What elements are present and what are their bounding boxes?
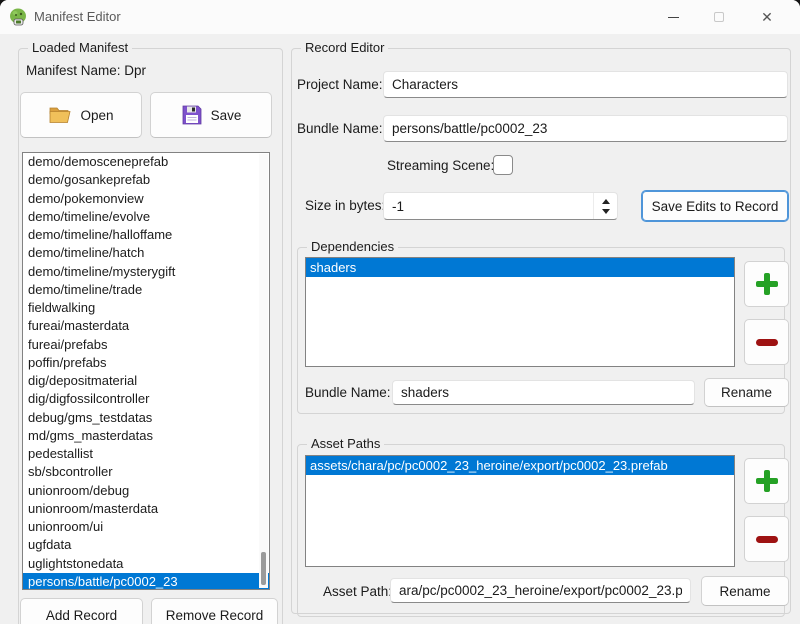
asset-path-label: Asset Path: [323, 584, 393, 599]
list-item[interactable]: unionroom/masterdata [23, 500, 269, 518]
rename-asset-path-label: Rename [719, 583, 771, 599]
save-edits-button[interactable]: Save Edits to Record [641, 190, 789, 222]
add-record-button[interactable]: Add Record [20, 598, 143, 624]
list-item[interactable]: ugfdata [23, 536, 269, 554]
bundle-name-input[interactable] [383, 115, 788, 142]
remove-record-label: Remove Record [165, 607, 264, 623]
titlebar: Manifest Editor ✕ [0, 0, 800, 34]
remove-dependency-button[interactable] [744, 319, 789, 365]
spin-down-icon[interactable] [601, 208, 610, 214]
list-item[interactable]: demo/timeline/hatch [23, 244, 269, 262]
dependency-bundle-name-label: Bundle Name: [305, 385, 391, 400]
manifest-list[interactable]: demo/demosceneprefab demo/gosankeprefab de… [22, 152, 270, 590]
save-button[interactable]: Save [150, 92, 272, 138]
spin-up-icon[interactable] [601, 198, 610, 204]
window-title: Manifest Editor [34, 9, 121, 24]
minimize-icon [667, 16, 679, 18]
spinner-arrows[interactable] [593, 193, 617, 219]
project-name-label: Project Name: [297, 77, 383, 92]
list-item[interactable]: shaders [306, 258, 734, 277]
list-item[interactable]: assets/chara/pc/pc0002_23_heroine/export… [306, 456, 734, 475]
record-editor-group-label: Record Editor [301, 40, 389, 55]
rename-dependency-label: Rename [720, 385, 773, 400]
close-icon: ✕ [761, 8, 773, 25]
remove-record-button[interactable]: Remove Record [151, 598, 278, 624]
list-item[interactable]: demo/timeline/halloffame [23, 226, 269, 244]
size-in-bytes-input[interactable] [384, 193, 593, 219]
minimize-button[interactable] [650, 0, 696, 34]
dependencies-group-label: Dependencies [307, 239, 399, 254]
list-item[interactable]: poffin/prefabs [23, 354, 269, 372]
minus-icon [755, 338, 778, 346]
list-item[interactable]: demo/pokemonview [23, 190, 269, 208]
asset-path-input[interactable] [390, 578, 691, 603]
minus-icon [755, 535, 778, 543]
streaming-scene-checkbox[interactable] [493, 155, 513, 175]
streaming-scene-label: Streaming Scene: [387, 158, 495, 173]
dependencies-list[interactable]: shaders [305, 257, 735, 367]
list-item[interactable]: uglightstonedata [23, 555, 269, 573]
add-record-label: Add Record [45, 607, 118, 623]
list-item[interactable]: fureai/prefabs [23, 336, 269, 354]
add-asset-path-button[interactable] [744, 458, 789, 504]
open-button[interactable]: Open [20, 92, 142, 138]
list-item[interactable]: dig/depositmaterial [23, 372, 269, 390]
remove-asset-path-button[interactable] [744, 516, 789, 562]
list-item[interactable]: sb/sbcontroller [23, 463, 269, 481]
asset-paths-group-label: Asset Paths [307, 436, 385, 451]
list-item[interactable]: demo/demosceneprefab [23, 153, 269, 171]
list-item[interactable]: unionroom/debug [23, 482, 269, 500]
app-icon [10, 8, 26, 26]
list-item[interactable]: demo/timeline/mysterygift [23, 263, 269, 281]
close-button[interactable]: ✕ [742, 0, 792, 34]
list-item[interactable]: demo/timeline/evolve [23, 208, 269, 226]
save-floppy-icon [182, 105, 202, 125]
manifest-list-scrollbar[interactable] [259, 154, 268, 588]
maximize-button[interactable] [696, 0, 742, 34]
list-item[interactable]: unionroom/ui [23, 518, 269, 536]
loaded-manifest-group-label: Loaded Manifest [28, 40, 133, 55]
rename-dependency-button[interactable]: Rename [704, 378, 789, 407]
list-item[interactable]: debug/gms_testdatas [23, 409, 269, 427]
project-name-input[interactable] [383, 71, 788, 98]
plus-icon [755, 470, 778, 492]
maximize-icon [714, 12, 724, 22]
dependency-bundle-name-input[interactable] [392, 380, 695, 405]
save-edits-label: Save Edits to Record [651, 198, 779, 214]
plus-icon [755, 273, 778, 295]
list-item[interactable]: persons/battle/pc0002_23 [23, 572, 269, 589]
bundle-name-label: Bundle Name: [297, 121, 383, 136]
list-item[interactable]: fieldwalking [23, 299, 269, 317]
list-item[interactable]: pedestallist [23, 445, 269, 463]
open-folder-icon [50, 107, 71, 123]
list-item[interactable]: demo/gosankeprefab [23, 171, 269, 189]
save-button-label: Save [210, 107, 242, 123]
rename-asset-path-button[interactable]: Rename [701, 576, 789, 606]
list-item[interactable]: fureai/masterdata [23, 317, 269, 335]
manifest-editor-window: Manifest Editor ✕ Loaded Manifest Manife… [0, 0, 800, 624]
open-button-label: Open [80, 107, 114, 123]
list-item[interactable]: md/gms_masterdatas [23, 427, 269, 445]
add-dependency-button[interactable] [744, 261, 789, 307]
size-in-bytes-label: Size in bytes: [305, 198, 386, 213]
list-item[interactable]: dig/digfossilcontroller [23, 390, 269, 408]
size-in-bytes-spinner[interactable] [383, 192, 618, 220]
scrollbar-thumb[interactable] [261, 552, 266, 585]
manifest-name-label: Manifest Name: Dpr [26, 63, 147, 78]
list-item[interactable]: demo/timeline/trade [23, 281, 269, 299]
asset-paths-list[interactable]: assets/chara/pc/pc0002_23_heroine/export… [305, 455, 735, 567]
